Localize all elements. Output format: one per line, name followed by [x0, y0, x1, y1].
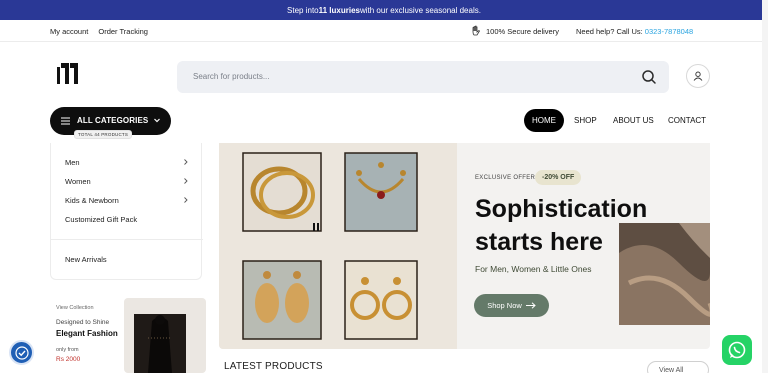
latest-products-heading: LATEST PRODUCTS	[224, 361, 323, 372]
announcement-prefix: Step into	[287, 5, 319, 15]
account-button[interactable]	[686, 64, 710, 88]
utility-bar: My account Order Tracking 100% Secure de…	[0, 20, 768, 42]
whatsapp-button[interactable]	[722, 335, 752, 365]
category-item-kids[interactable]: Kids & Newborn	[65, 196, 189, 205]
category-item-gift-pack[interactable]: Customized Gift Pack	[65, 215, 189, 224]
category-divider	[51, 239, 203, 240]
whatsapp-icon	[728, 341, 746, 359]
nav-about-us[interactable]: ABOUT US	[613, 109, 654, 132]
chevron-right-icon	[184, 178, 188, 184]
promo-view-collection[interactable]: View Collection	[56, 305, 94, 311]
hero-banner: EXCLUSIVE OFFER -20% OFF Sophistication …	[219, 143, 710, 349]
phone-link[interactable]: 0323-7878048	[645, 27, 693, 36]
hero-subtitle: For Men, Women & Little Ones	[475, 264, 592, 274]
promo-tagline: Designed to Shine	[56, 319, 110, 326]
promo-price: Rs 2000	[56, 356, 81, 363]
order-tracking-link[interactable]: Order Tracking	[98, 27, 148, 36]
category-label: Kids & Newborn	[65, 196, 119, 205]
discount-badge: -20% OFF	[535, 170, 582, 185]
exclusive-offer-label: EXCLUSIVE OFFER	[475, 175, 536, 181]
user-icon	[693, 71, 703, 81]
nav-contact[interactable]: CONTACT	[668, 109, 706, 132]
search-bar[interactable]: Search for products...	[177, 61, 669, 93]
chevron-right-icon	[184, 159, 188, 165]
promo-only-from: only from	[56, 347, 79, 353]
hero-headline-line2: starts here	[475, 228, 603, 256]
help-prefix: Need help? Call Us:	[576, 27, 645, 36]
my-account-link[interactable]: My account	[50, 27, 88, 36]
category-label: Customized Gift Pack	[65, 215, 138, 224]
secure-delivery-text: 100% Secure delivery	[486, 26, 559, 36]
nav-shop[interactable]: SHOP	[574, 109, 597, 132]
accessibility-button[interactable]	[9, 340, 34, 365]
chevron-right-icon	[184, 197, 188, 203]
help-line: Need help? Call Us: 0323-7878048	[576, 27, 693, 36]
page-scrollbar[interactable]	[762, 0, 768, 373]
chevron-down-icon	[154, 118, 160, 123]
category-label: Men	[65, 158, 80, 167]
shop-now-button[interactable]: Shop Now	[474, 294, 549, 317]
hero-headline: Sophistication starts here	[475, 193, 647, 259]
search-input[interactable]: Search for products...	[193, 72, 269, 81]
category-item-women[interactable]: Women	[65, 177, 189, 186]
announcement-brand: 11 luxuries	[318, 5, 360, 15]
hand-shield-icon	[472, 25, 480, 36]
promo-title: Elegant Fashion	[56, 329, 118, 338]
arrow-right-icon	[525, 302, 536, 309]
view-all-button[interactable]: View All	[647, 361, 709, 373]
search-icon[interactable]	[641, 69, 657, 85]
shop-now-label: Shop Now	[487, 301, 522, 310]
announcement-suffix: with our exclusive seasonal deals.	[359, 5, 481, 15]
category-label: Women	[65, 177, 91, 186]
products-count-badge: TOTAL 44 PRODUCTS	[74, 130, 133, 139]
hamburger-icon	[61, 117, 70, 125]
jewelry-collage	[219, 143, 457, 349]
category-menu: Men Women Kids & Newborn Customized Gift…	[50, 143, 203, 280]
hero-headline-line1: Sophistication	[475, 195, 648, 223]
secure-delivery: 100% Secure delivery	[470, 25, 559, 37]
promo-image[interactable]	[124, 298, 206, 373]
nav-home[interactable]: HOME	[524, 109, 564, 132]
announcement-bar: Step into 11 luxuries with our exclusive…	[0, 0, 768, 20]
accessibility-icon	[14, 345, 29, 360]
brand-logo[interactable]	[56, 60, 82, 88]
category-item-men[interactable]: Men	[65, 158, 189, 167]
category-item-new-arrivals[interactable]: New Arrivals	[65, 255, 189, 264]
all-categories-label: ALL CATEGORIES	[77, 116, 149, 125]
category-label: New Arrivals	[65, 255, 107, 264]
